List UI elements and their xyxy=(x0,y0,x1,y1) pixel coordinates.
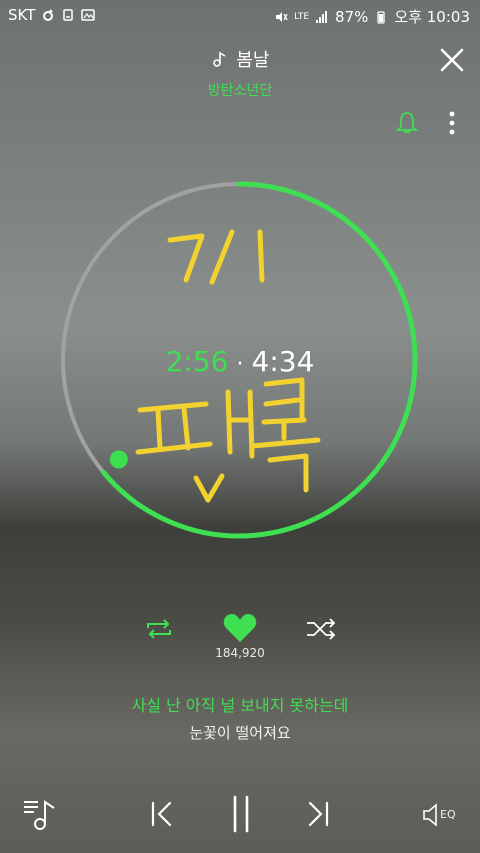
speaker-icon xyxy=(423,803,437,827)
playlist-icon[interactable] xyxy=(20,796,60,832)
eq-button[interactable]: EQ xyxy=(420,800,464,830)
heart-icon[interactable] xyxy=(222,612,258,644)
time-current: 2:56 xyxy=(165,345,229,378)
time-separator: · xyxy=(236,352,244,377)
time-display: 2:56 · 4:34 xyxy=(120,345,360,378)
shuffle-icon[interactable] xyxy=(304,616,338,642)
previous-track-icon[interactable] xyxy=(146,798,178,830)
repeat-icon[interactable] xyxy=(142,616,176,642)
time-total: 4:34 xyxy=(251,345,315,378)
pause-icon[interactable] xyxy=(226,794,256,834)
lyric-current-line[interactable]: 사실 난 아직 널 보내지 못하는데 xyxy=(0,692,480,716)
eq-label: EQ xyxy=(440,808,456,821)
like-count: 184,920 xyxy=(215,646,265,660)
lyric-next-line[interactable]: 눈꽃이 떨어져요 xyxy=(0,722,480,743)
progress-handle[interactable] xyxy=(109,450,128,469)
next-track-icon[interactable] xyxy=(302,798,334,830)
